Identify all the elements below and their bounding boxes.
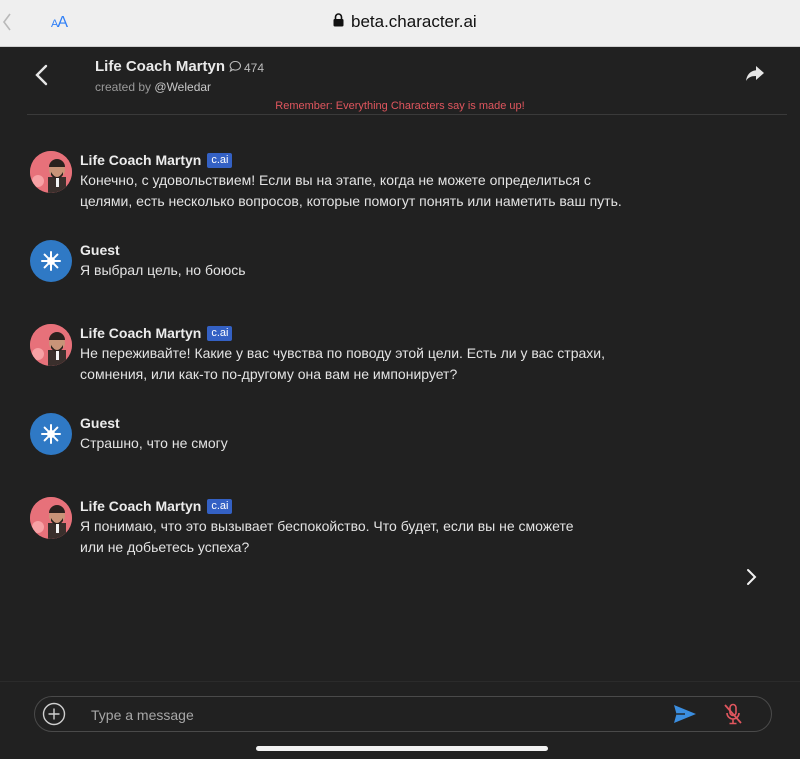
message-input[interactable] — [89, 703, 653, 727]
created-by: created by @Weledar — [95, 80, 212, 94]
lock-icon — [333, 12, 344, 32]
message-composer — [34, 696, 772, 732]
message-author: Life Coach Martyn c.ai — [80, 151, 700, 169]
add-icon[interactable] — [42, 702, 66, 731]
url-field[interactable]: beta.character.ai — [333, 12, 477, 32]
chat-bubble-icon — [229, 60, 244, 76]
message-author: Guest — [80, 414, 700, 432]
message-body: Life Coach Martyn c.ai Не переживайте! Как… — [80, 324, 700, 385]
message-author: Guest — [80, 241, 700, 259]
message-body: Guest Страшно, что не смогу — [80, 414, 700, 454]
message-body: Guest Я выбрал цель, но боюсь — [80, 241, 700, 281]
character-name[interactable]: Life Coach Martyn — [95, 58, 225, 75]
character-avatar[interactable] — [30, 324, 72, 366]
creator-link[interactable]: @Weledar — [154, 80, 211, 94]
home-indicator — [256, 746, 548, 751]
share-icon[interactable] — [744, 64, 766, 89]
composer-divider — [0, 681, 800, 682]
author-name: Guest — [80, 415, 120, 431]
browser-address-bar: AA beta.character.ai — [0, 0, 800, 47]
header-divider — [27, 114, 787, 115]
url-text: beta.character.ai — [351, 12, 477, 31]
disclaimer: Remember: Everything Characters say is m… — [275, 100, 525, 112]
message-author: Life Coach Martyn c.ai — [80, 497, 700, 515]
author-name: Life Coach Martyn — [80, 152, 202, 168]
message-text: Я выбрал цель, но боюсь — [80, 262, 246, 278]
chat-count: 474 — [229, 60, 264, 76]
author-name: Life Coach Martyn — [80, 498, 202, 514]
message-author: Life Coach Martyn c.ai — [80, 324, 700, 342]
message-body: Life Coach Martyn c.ai Конечно, с удовольс… — [80, 151, 700, 212]
browser-back-icon[interactable] — [2, 12, 12, 37]
mic-off-icon[interactable] — [723, 703, 743, 730]
author-name: Guest — [80, 242, 120, 258]
cai-badge: c.ai — [207, 325, 233, 341]
cai-badge: c.ai — [207, 152, 233, 168]
send-icon[interactable] — [673, 704, 697, 729]
author-name: Life Coach Martyn — [80, 325, 202, 341]
message-body: Life Coach Martyn c.ai Я понимаю, что это … — [80, 497, 700, 558]
back-arrow-icon[interactable] — [30, 63, 54, 87]
message-text: Конечно, с удовольствием! Если вы на эта… — [80, 172, 622, 209]
character-avatar[interactable] — [30, 497, 72, 539]
next-response-arrow-icon[interactable] — [743, 568, 759, 591]
character-avatar[interactable] — [30, 151, 72, 193]
message-text: Не переживайте! Какие у вас чувства по п… — [80, 345, 605, 382]
reader-options-button[interactable]: AA — [51, 14, 68, 32]
guest-avatar[interactable] — [30, 413, 72, 455]
cai-badge: c.ai — [207, 498, 233, 514]
message-text: Страшно, что не смогу — [80, 435, 228, 451]
guest-avatar[interactable] — [30, 240, 72, 282]
message-text: Я понимаю, что это вызывает беспокойство… — [80, 518, 574, 555]
